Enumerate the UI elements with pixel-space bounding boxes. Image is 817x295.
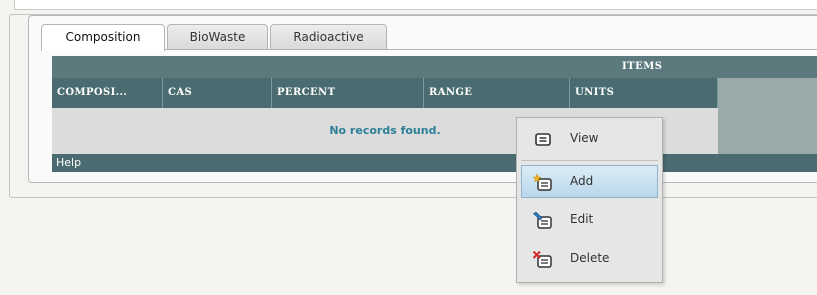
tab-radioactive[interactable]: Radioactive — [270, 24, 387, 49]
menu-item-view[interactable]: View — [521, 122, 658, 155]
menu-item-edit-label: Edit — [570, 212, 594, 226]
column-header-composition[interactable]: COMPOSI... — [52, 78, 163, 108]
menu-separator — [521, 160, 658, 161]
view-icon — [533, 130, 553, 148]
delete-icon — [532, 250, 553, 268]
menu-item-add-label: Add — [570, 174, 594, 188]
menu-item-delete-label: Delete — [570, 251, 610, 265]
tab-biowaste[interactable]: BioWaste — [167, 24, 268, 49]
menu-item-add[interactable]: Add — [521, 165, 658, 198]
group-header-label: ITEMS — [622, 61, 663, 72]
tab-composition[interactable]: Composition — [41, 24, 165, 51]
grid-group-header: ITEMS — [52, 56, 817, 78]
grid-empty-filler — [718, 78, 817, 154]
menu-item-delete[interactable]: Delete — [521, 242, 658, 275]
add-icon — [532, 173, 553, 191]
column-header-range[interactable]: RANGE — [424, 78, 570, 108]
grid-header-row: COMPOSI... CAS PERCENT RANGE UNITS — [52, 78, 718, 108]
items-grid: ITEMS COMPOSI... CAS PERCENT RANGE UNITS… — [52, 56, 817, 172]
upper-panel-edge — [14, 0, 817, 10]
column-header-units[interactable]: UNITS — [570, 78, 718, 108]
context-menu: View Add Edit Delete — [516, 117, 663, 283]
edit-icon — [533, 211, 553, 229]
grid-footer-help[interactable]: Help — [52, 154, 817, 172]
column-header-percent[interactable]: PERCENT — [272, 78, 424, 108]
menu-item-view-label: View — [570, 131, 599, 145]
menu-item-edit[interactable]: Edit — [521, 203, 658, 236]
column-header-cas[interactable]: CAS — [163, 78, 272, 108]
